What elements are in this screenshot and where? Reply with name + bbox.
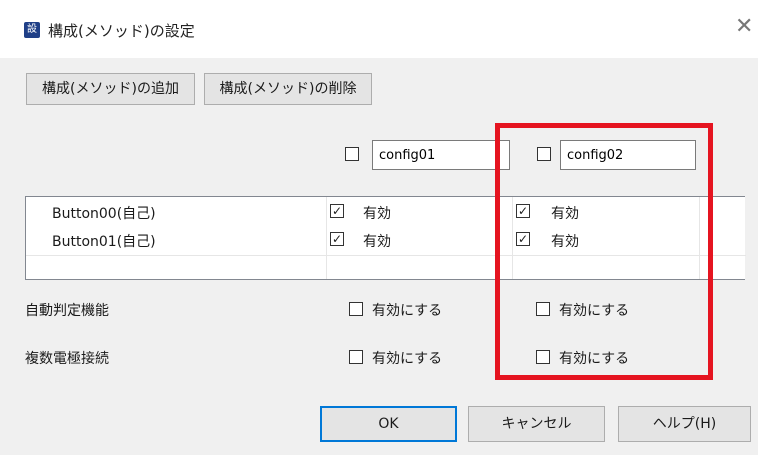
auto-judge-config01-checkbox[interactable] [349,302,363,316]
delete-config-button[interactable]: 構成(メソッド)の削除 [204,73,372,105]
enable-label: 有効にする [559,303,630,319]
app-icon: 設 [24,22,40,38]
help-button[interactable]: ヘルプ(H) [618,406,751,442]
ok-button[interactable]: OK [320,406,457,442]
config01-name-field[interactable] [372,140,510,170]
enable-label: 有効にする [372,303,443,319]
enable-label: 有効にする [372,351,443,367]
row-label: Button00(自己) [52,206,156,222]
check-icon: ✓ [517,232,529,246]
window-title: 構成(メソッド)の設定 [48,22,195,40]
config02-name-field[interactable] [560,140,696,170]
check-icon: ✓ [331,232,343,246]
config02-checkbox[interactable] [537,147,551,161]
cell-label: 有効 [551,234,579,250]
cell-label: 有効 [363,234,391,250]
title-bar: 設 構成(メソッド)の設定 ✕ [0,0,758,58]
row0-config02-checkbox[interactable]: ✓ [516,204,530,218]
config01-checkbox[interactable] [345,147,359,161]
check-icon: ✓ [517,204,529,218]
row1-config02-checkbox[interactable]: ✓ [516,232,530,246]
cancel-button[interactable]: キャンセル [468,406,605,442]
cell-label: 有効 [551,206,579,222]
multi-electrode-config01-checkbox[interactable] [349,350,363,364]
cell-label: 有効 [363,206,391,222]
assignment-table: Button00(自己) ✓ 有効 ✓ 有効 Button01(自己) ✓ 有効… [25,196,746,280]
row-label: Button01(自己) [52,234,156,250]
add-config-button[interactable]: 構成(メソッド)の追加 [26,73,195,105]
row0-config01-checkbox[interactable]: ✓ [330,204,344,218]
auto-judge-config02-checkbox[interactable] [536,302,550,316]
multi-electrode-config02-checkbox[interactable] [536,350,550,364]
multi-electrode-label: 複数電極接続 [25,351,109,367]
enable-label: 有効にする [559,351,630,367]
auto-judge-label: 自動判定機能 [25,303,109,319]
close-icon[interactable]: ✕ [735,14,753,39]
row1-config01-checkbox[interactable]: ✓ [330,232,344,246]
check-icon: ✓ [331,204,343,218]
